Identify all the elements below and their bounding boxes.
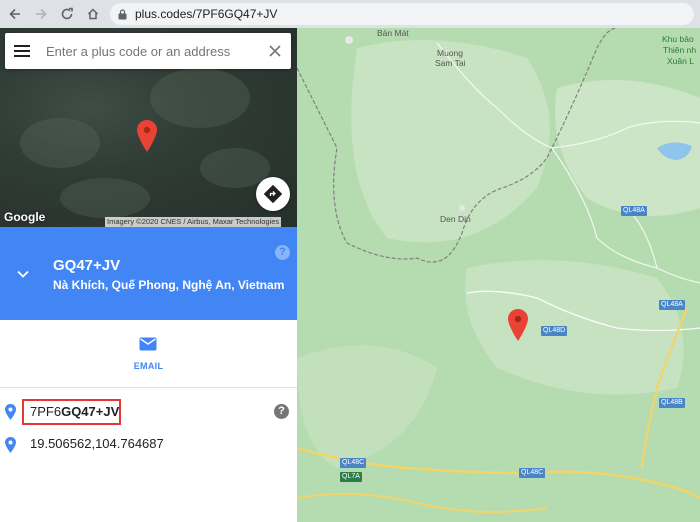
code-suffix: GQ47+JV — [61, 404, 120, 419]
search-box — [5, 33, 291, 69]
email-action[interactable]: EMAIL — [0, 320, 297, 388]
map-label-muong: Muong — [437, 48, 463, 58]
email-icon — [139, 337, 157, 356]
directions-button[interactable] — [256, 177, 290, 211]
map-label-sam-tai: Sam Tai — [435, 58, 466, 68]
map-label-khu-bao-2: Thiên nh — [663, 45, 697, 55]
code-prefix: 7PF6 — [30, 404, 62, 419]
place-address: Nà Khích, Quế Phong, Nghệ An, Vietnam — [53, 278, 285, 292]
map-label-khu-bao-3: Xuân L — [667, 56, 694, 66]
full-code-row: 7PF6GQ47+JV ? — [0, 399, 297, 425]
search-input[interactable] — [46, 43, 259, 59]
browser-toolbar: plus.codes/7PF6GQ47+JV — [0, 0, 700, 28]
chevron-down-icon[interactable] — [17, 265, 29, 283]
map-view[interactable]: Bản Mát Muong Sam Tai Den Din Khu bảo Th… — [297, 28, 700, 522]
reload-icon[interactable] — [56, 3, 78, 25]
location-pin-icon — [5, 437, 16, 458]
forward-icon[interactable] — [30, 3, 52, 25]
map-label-khu-bao-1: Khu bảo — [662, 34, 694, 44]
menu-icon[interactable] — [5, 33, 39, 69]
imagery-attribution: Imagery ©2020 CNES / Airbus, Maxar Techn… — [105, 217, 282, 227]
email-label: EMAIL — [133, 361, 164, 371]
road-badge-ql7a: QL7A — [340, 472, 362, 482]
road-badge-ql48d: QL48D — [541, 326, 568, 336]
help-icon[interactable]: ? — [274, 404, 289, 419]
road-badge-ql48c: QL48C — [519, 468, 546, 478]
location-pin-icon — [5, 404, 16, 425]
place-header: GQ47+JV Nà Khích, Quế Phong, Nghệ An, Vi… — [0, 227, 297, 320]
full-plus-code[interactable]: 7PF6GQ47+JV — [22, 399, 121, 425]
back-icon[interactable] — [4, 3, 26, 25]
road-badge-ql48b: QL48B — [659, 398, 685, 408]
coordinates-row: 19.506562,104.764687 — [0, 432, 297, 458]
place-panel: Google Imagery ©2020 CNES / Airbus, Maxa… — [0, 28, 297, 522]
url-text: plus.codes/7PF6GQ47+JV — [135, 7, 278, 21]
directions-icon — [264, 185, 282, 203]
satellite-location-pin-icon — [137, 120, 157, 157]
plus-code-title: GQ47+JV — [53, 257, 121, 274]
coordinates-text[interactable]: 19.506562,104.764687 — [30, 436, 164, 451]
road-badge-ql48c: QL48C — [340, 458, 367, 468]
road-badge-ql48a: QL48A — [659, 300, 685, 310]
map-label-den-din: Den Din — [440, 214, 471, 224]
map-terrain — [297, 28, 700, 513]
google-logo: Google — [4, 210, 46, 224]
help-icon[interactable]: ? — [275, 245, 290, 260]
home-icon[interactable] — [82, 3, 104, 25]
address-bar[interactable]: plus.codes/7PF6GQ47+JV — [110, 3, 694, 25]
close-icon[interactable] — [259, 33, 291, 69]
road-badge-ql48a: QL48A — [621, 206, 647, 216]
lock-icon — [118, 8, 127, 19]
map-label-ban-mat: Bản Mát — [377, 28, 409, 38]
